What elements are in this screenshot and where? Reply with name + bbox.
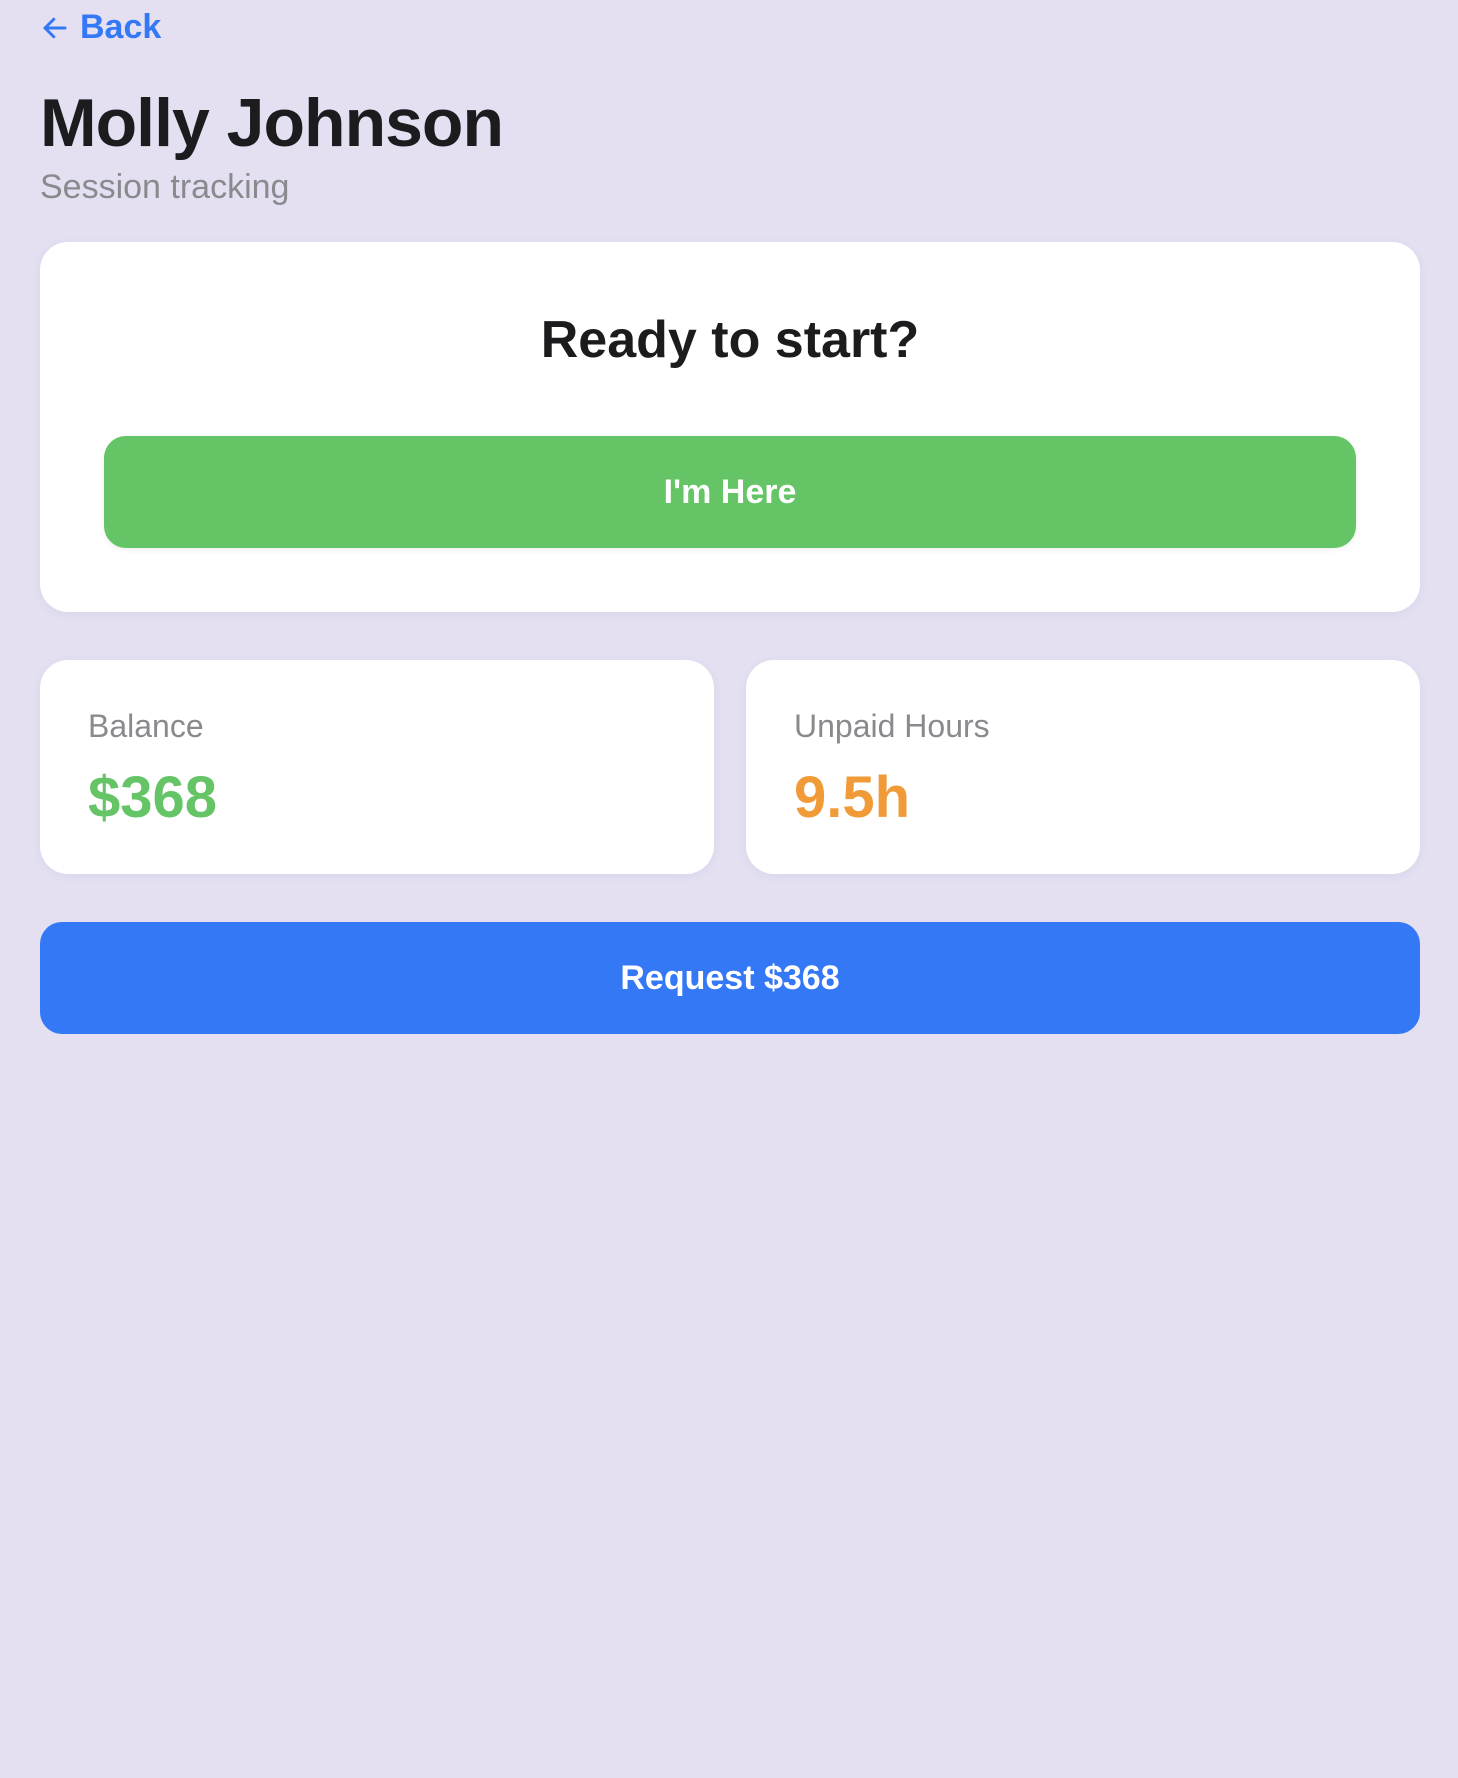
im-here-button[interactable]: I'm Here <box>104 436 1356 548</box>
arrow-left-icon <box>40 13 70 43</box>
unpaid-hours-label: Unpaid Hours <box>794 708 990 744</box>
back-button[interactable]: Back <box>40 8 161 47</box>
request-payment-button[interactable]: Request $368 <box>40 922 1420 1034</box>
unpaid-hours-card: Unpaid Hours 9.5h <box>746 660 1420 874</box>
balance-value: $368 <box>88 765 218 830</box>
session-screen: Back Molly Johnson Session tracking Read… <box>0 0 1458 1778</box>
page-title: Molly Johnson <box>40 85 504 161</box>
balance-label: Balance <box>88 708 204 744</box>
start-session-card: Ready to start? I'm Here <box>40 242 1420 612</box>
balance-card: Balance $368 <box>40 660 714 874</box>
unpaid-hours-value: 9.5h <box>794 765 911 830</box>
back-label: Back <box>80 8 162 46</box>
start-heading: Ready to start? <box>540 311 920 369</box>
page-subtitle: Session tracking <box>40 168 290 206</box>
